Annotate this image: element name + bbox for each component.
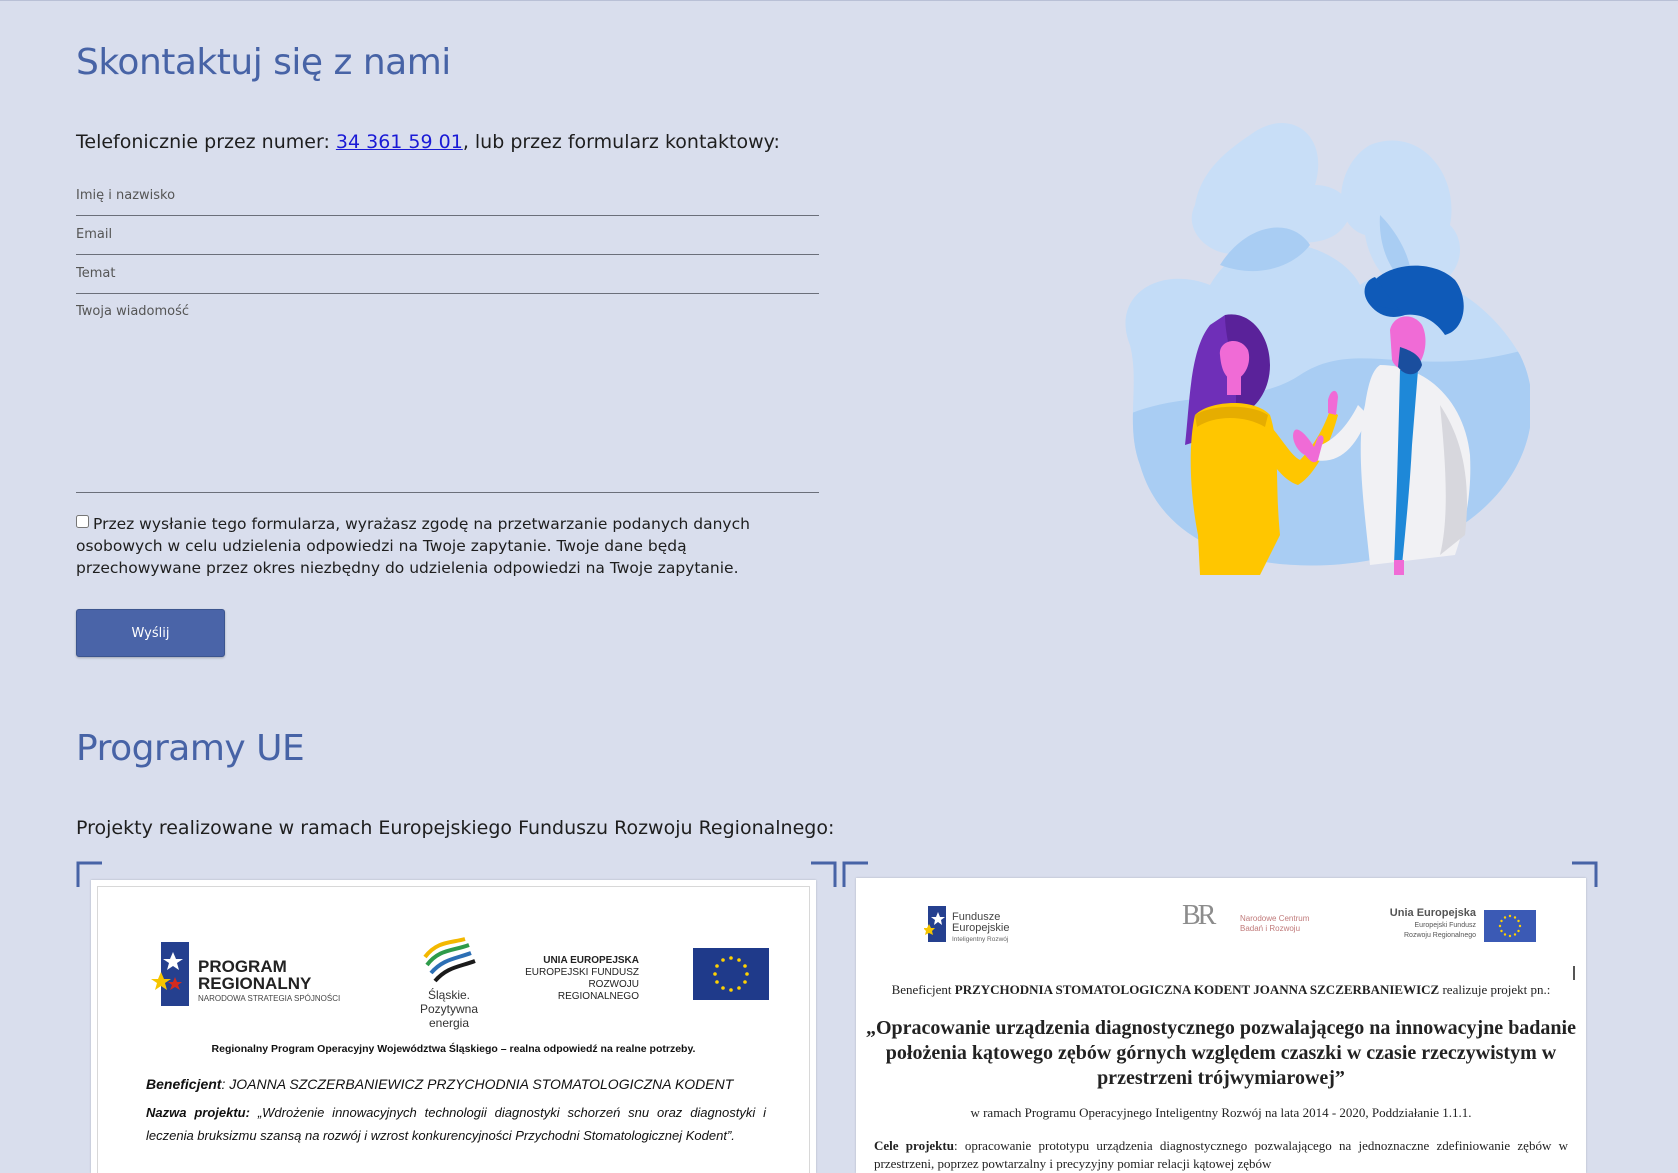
eu-logo-text-1: UNIA EUROPEJSKA EUROPEJSKI FUNDUSZ ROZWO…: [521, 955, 639, 1003]
eu-intro: Projekty realizowane w ramach Europejski…: [76, 817, 835, 839]
poster-1-project-label: Nazwa projektu:: [146, 1105, 250, 1120]
name-input[interactable]: [76, 177, 819, 215]
poster-1-beneficiary-label: Beneficjent: [146, 1076, 222, 1092]
eu-flag-icon: [693, 948, 769, 1000]
top-divider: [0, 0, 1678, 1]
slaskie-logo-text: Śląskie. Pozytywna energia: [399, 988, 499, 1030]
eu-logo-2-line3: Rozwoju Regionalnego: [1404, 932, 1476, 939]
fundusze-europejskie-logo-icon: [924, 906, 946, 942]
slaskie-logo-icon: [423, 937, 476, 983]
poster-2-cursor-mark: [1573, 966, 1575, 980]
eu-logo-2-line2: Europejski Fundusz: [1414, 922, 1476, 929]
subject-input[interactable]: [76, 255, 819, 293]
phone-link[interactable]: 34 361 59 01: [336, 131, 463, 153]
consent-text: Przez wysłanie tego formularza, wyrażasz…: [76, 515, 750, 577]
poster-2-beneficiary: Beneficjent PRZYCHODNIA STOMATOLOGICZNA …: [856, 982, 1586, 998]
email-input[interactable]: [76, 216, 819, 254]
eu-logo-2-line1: Unia Europejska: [1389, 907, 1476, 919]
poster-2-beneficiary-prefix: Beneficjent: [891, 982, 955, 997]
email-field-wrapper: [76, 216, 819, 255]
program-regionalny-logo-icon: [151, 942, 189, 1006]
poster-2-beneficiary-suffix: realizuje projekt pn.:: [1439, 982, 1551, 997]
eu-project-poster-2[interactable]: Fundusze Europejskie Inteligentny Rozwój…: [856, 878, 1586, 1173]
name-field-wrapper: [76, 177, 819, 216]
ncbr-line2: Badań i Rozwoju: [1240, 924, 1301, 933]
poster-2-beneficiary-name: PRZYCHODNIA STOMATOLOGICZNA KODENT JOANN…: [954, 982, 1440, 997]
contact-illustration: [1125, 123, 1530, 575]
eu-logo-1-line1: UNIA EUROPEJSKA: [543, 955, 639, 966]
fe-line2: Europejskie: [952, 922, 1010, 934]
program-regionalny-title: PROGRAM REGIONALNY: [198, 958, 311, 992]
poster-2-goals-text: : opracowanie prototypu urządzenia diagn…: [874, 1138, 1568, 1171]
slaskie-tagline: Pozytywna energia: [419, 1002, 479, 1030]
contact-heading: Skontaktuj się z nami: [76, 42, 451, 83]
poster-2-goals-label: Cele projektu: [874, 1138, 954, 1153]
eu-logo-1-line2: EUROPEJSKI FUNDUSZ: [525, 967, 639, 978]
poster-1-beneficiary: Beneficjent: JOANNA SZCZERBANIEWICZ PRZY…: [146, 1076, 733, 1092]
fe-line3: Inteligentny Rozwój: [952, 936, 1009, 943]
consent-row: Przez wysłanie tego formularza, wyrażasz…: [76, 513, 806, 579]
eu-logo-text-2: Unia Europejska Europejski Fundusz Rozwo…: [1376, 908, 1476, 941]
subject-field-wrapper: [76, 255, 819, 294]
poster-1-program-line: Regionalny Program Operacyjny Województw…: [211, 1043, 696, 1055]
ncbr-line1: Narodowe Centrum: [1240, 914, 1310, 923]
ncbr-logo-text: Narodowe Centrum Badań i Rozwoju: [1240, 914, 1309, 934]
message-textarea[interactable]: [76, 294, 819, 494]
poster-2-project-title: „Opracowanie urządzenia diagnostycznego …: [866, 1017, 1576, 1089]
phone-suffix: , lub przez formularz kontaktowy:: [462, 131, 780, 153]
message-field-wrapper: [76, 294, 819, 494]
send-button[interactable]: Wyślij: [76, 609, 225, 657]
eu-project-poster-1[interactable]: PROGRAM REGIONALNY NARODOWA STRATEGIA SP…: [91, 880, 816, 1173]
fundusze-europejskie-text: Fundusze Europejskie Inteligentny Rozwój: [952, 912, 1009, 945]
eu-heading: Programy UE: [76, 728, 305, 769]
poster-2-program-line: w ramach Programu Operacyjnego Inteligen…: [970, 1105, 1472, 1120]
poster-1-beneficiary-value: : JOANNA SZCZERBANIEWICZ PRZYCHODNIA STO…: [221, 1076, 734, 1092]
program-regionalny-line2: REGIONALNY: [198, 974, 312, 993]
program-regionalny-sub: NARODOWA STRATEGIA SPÓJNOŚCI: [198, 994, 341, 1003]
poster-1-project: Nazwa projektu: „Wdrożenie innowacyjnych…: [146, 1101, 766, 1147]
phone-prefix: Telefonicznie przez numer:: [76, 131, 336, 153]
program-regionalny-line1: PROGRAM: [198, 957, 287, 976]
ncbr-logo-icon: BR: [1182, 900, 1216, 931]
consent-checkbox[interactable]: [76, 515, 89, 528]
poster-2-goals: Cele projektu: opracowanie prototypu urz…: [874, 1137, 1568, 1173]
phone-line: Telefonicznie przez numer: 34 361 59 01,…: [76, 131, 780, 153]
eu-flag-icon-2: [1484, 910, 1536, 942]
eu-logo-1-line3: ROZWOJU REGIONALNEGO: [557, 979, 639, 1002]
slaskie-name: Śląskie.: [427, 988, 471, 1002]
